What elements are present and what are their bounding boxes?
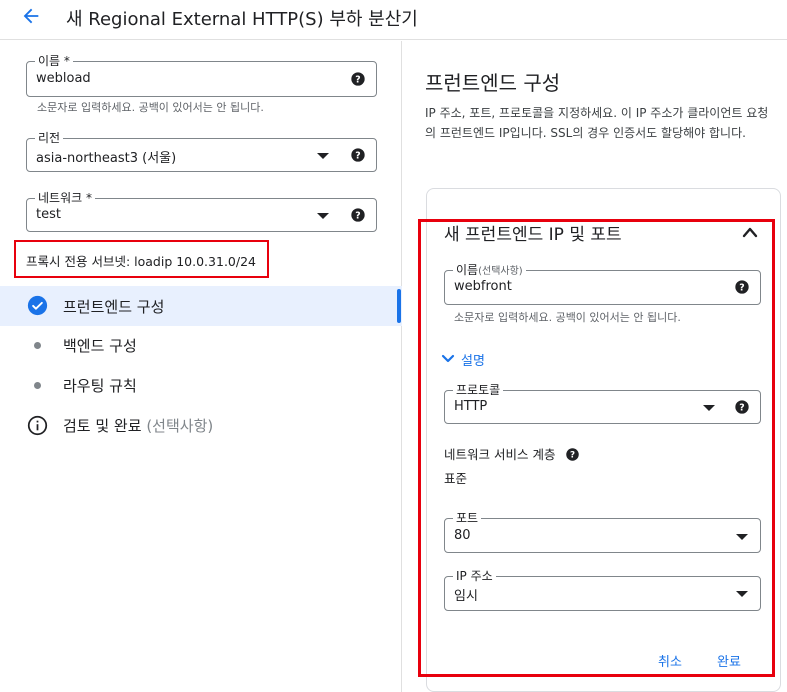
step-label: 라우팅 규칙 <box>63 377 137 395</box>
page-title: 새 Regional External HTTP(S) 부하 분산기 <box>66 9 418 30</box>
step-routing-rules[interactable]: 라우팅 규칙 <box>0 365 402 405</box>
help-icon[interactable]: ? <box>350 207 366 223</box>
svg-text:?: ? <box>355 150 360 161</box>
chevron-down-icon <box>317 213 329 219</box>
help-icon[interactable]: ? <box>350 147 366 163</box>
region-select[interactable]: 리전 asia-northeast3 (서울) ? <box>26 130 377 172</box>
network-label: 네트워크 * <box>35 190 95 206</box>
page-header: 새 Regional External HTTP(S) 부하 분산기 <box>0 0 787 40</box>
region-label: 리전 <box>35 130 64 146</box>
chevron-down-icon <box>317 153 329 159</box>
step-label: 프런트엔드 구성 <box>63 298 165 316</box>
help-icon[interactable]: ? <box>350 71 366 87</box>
network-select[interactable]: 네트워크 * test ? <box>26 190 377 232</box>
step-dot-icon <box>34 342 41 349</box>
lb-name-label: 이름 * <box>35 53 73 69</box>
step-dot-icon <box>34 382 41 389</box>
step-review[interactable]: 검토 및 완료 (선택사항) <box>0 405 402 445</box>
region-value: asia-northeast3 (서울) <box>36 151 177 166</box>
frontend-config-description: IP 주소, 포트, 프로토콜을 지정하세요. 이 IP 주소가 클라이언트 요… <box>425 106 769 140</box>
frontend-card-highlight <box>418 219 775 677</box>
step-frontend-config[interactable]: 프런트엔드 구성 <box>0 286 402 326</box>
lb-name-hint: 소문자로 입력하세요. 공백이 있어서는 안 됩니다. <box>37 101 264 114</box>
step-label: 백엔드 구성 <box>63 337 137 355</box>
step-label: 검토 및 완료 (선택사항) <box>63 417 214 435</box>
svg-text:?: ? <box>355 74 360 85</box>
lb-name-field[interactable]: 이름 * webload ? <box>26 53 377 97</box>
svg-text:?: ? <box>355 210 360 221</box>
network-value: test <box>36 207 61 222</box>
back-arrow-icon[interactable] <box>20 5 42 27</box>
frontend-config-title: 프런트엔드 구성 <box>425 71 561 95</box>
proxy-subnet-highlight: 프록시 전용 서브넷: loadip 10.0.31.0/24 <box>14 240 269 278</box>
proxy-subnet-text: 프록시 전용 서브넷: loadip 10.0.31.0/24 <box>26 254 256 269</box>
step-backend-config[interactable]: 백엔드 구성 <box>0 325 402 365</box>
check-circle-icon <box>27 295 48 316</box>
lb-name-value: webload <box>36 71 91 86</box>
active-step-indicator <box>397 289 401 323</box>
info-icon <box>27 415 48 436</box>
